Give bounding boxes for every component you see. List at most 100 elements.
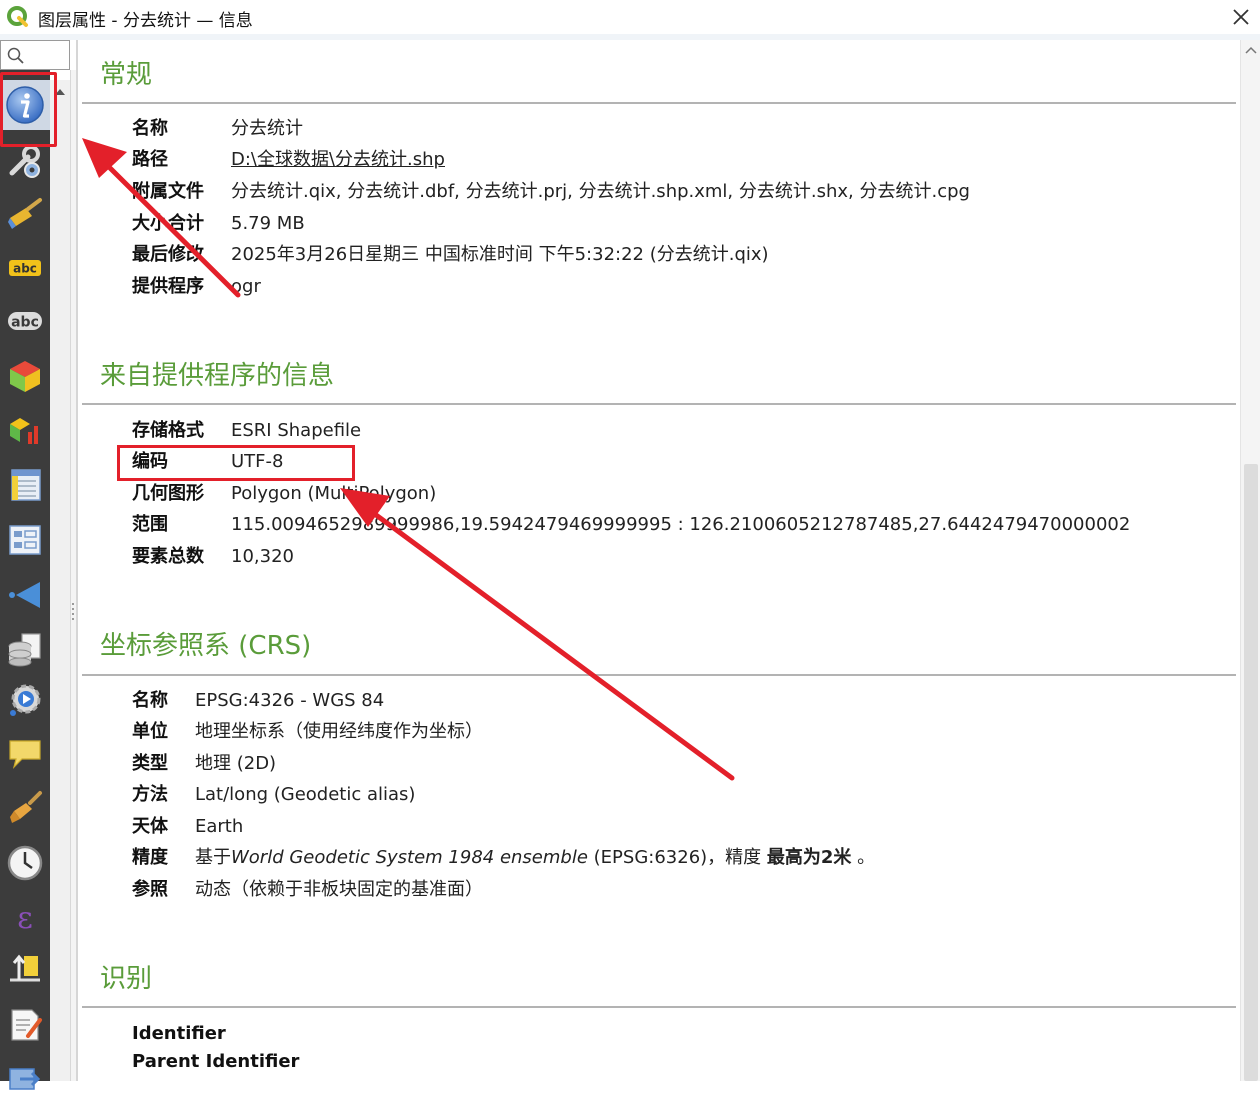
- svg-text:ε: ε: [17, 901, 33, 936]
- fields-icon: [11, 469, 41, 501]
- sidebar-item-metadata[interactable]: [0, 1000, 50, 1050]
- row-value: Lat/long (Geodetic alias): [195, 784, 416, 805]
- sidebar-scroll-track[interactable]: [50, 80, 70, 1081]
- section-title-provider-info: 来自提供程序的信息: [100, 361, 335, 391]
- row-key: 名称: [132, 690, 168, 711]
- section-title-identification: 识别: [100, 964, 153, 994]
- content-scrollbar[interactable]: [1240, 40, 1260, 1081]
- row-value: ogr: [231, 276, 261, 297]
- sidebar-item-fields[interactable]: [0, 460, 50, 510]
- sidebar-item-masks[interactable]: abc: [0, 296, 50, 346]
- provider-row-storage: 存储格式 ESRI Shapefile: [132, 418, 361, 444]
- section-divider: [82, 102, 1236, 104]
- joins-icon: [9, 582, 40, 608]
- dependencies-icon: [9, 1068, 41, 1090]
- crs-row-units: 单位 地理坐标系（使用经纬度作为坐标）: [132, 719, 483, 745]
- 3d-view-cube-icon: [10, 361, 40, 392]
- temporal-clock-icon: [7, 845, 43, 881]
- search-input[interactable]: [0, 40, 70, 70]
- identification-row-identifier: Identifier: [132, 1021, 226, 1047]
- attributes-form-icon: [9, 525, 41, 555]
- row-value: ESRI Shapefile: [231, 420, 362, 441]
- identification-row-parent-identifier: Parent Identifier: [132, 1049, 299, 1075]
- row-key: 精度: [132, 847, 168, 868]
- sidebar-item-variables[interactable]: ε: [0, 893, 50, 943]
- splitter-handle[interactable]: [71, 600, 75, 624]
- row-key: 类型: [132, 753, 168, 774]
- sidebar-item-labels[interactable]: abc: [0, 243, 50, 293]
- chevron-up-icon: [1245, 46, 1257, 54]
- row-key: 大小合计: [132, 213, 204, 234]
- sidebar-item-symbology[interactable]: [0, 190, 50, 240]
- row-key: 几何图形: [132, 483, 204, 504]
- row-key: Identifier: [132, 1023, 226, 1044]
- scrollbar-thumb[interactable]: [1244, 464, 1258, 1081]
- metadata-icon: [11, 1009, 42, 1041]
- row-value: EPSG:4326 - WGS 84: [195, 690, 385, 711]
- sidebar-item-attributes-form[interactable]: [0, 515, 50, 565]
- close-button[interactable]: [1226, 2, 1256, 32]
- sidebar-item-actions[interactable]: [0, 675, 50, 725]
- masks-abc-icon: abc: [8, 312, 42, 331]
- sidebar-item-rendering[interactable]: [0, 783, 50, 833]
- search-icon: [7, 47, 24, 64]
- row-value: 分去统计.qix, 分去统计.dbf, 分去统计.prj, 分去统计.shp.x…: [231, 181, 970, 202]
- elevation-icon: [10, 954, 40, 982]
- section-title-crs: 坐标参照系 (CRS): [100, 631, 312, 661]
- row-value: Earth: [195, 816, 244, 837]
- general-row-last-modified: 最后修改 2025年3月26日星期三 中国标准时间 下午5:32:22 (分去统计…: [132, 242, 769, 268]
- display-tip-icon: [9, 740, 41, 769]
- general-row-path: 路径 D:\全球数据\分去统计.shp: [132, 147, 445, 173]
- row-key: 参照: [132, 879, 168, 900]
- accuracy-middle: (EPSG:6326)，精度: [587, 847, 767, 868]
- sidebar-item-joins[interactable]: [0, 570, 50, 620]
- section-divider: [82, 1006, 1236, 1008]
- path-link[interactable]: D:\全球数据\分去统计.shp: [231, 147, 445, 173]
- row-value: 5.79 MB: [231, 213, 305, 234]
- sidebar-item-temporal[interactable]: [0, 838, 50, 888]
- general-row-auxiliary-files: 附属文件 分去统计.qix, 分去统计.dbf, 分去统计.prj, 分去统计.s…: [132, 179, 970, 205]
- crs-row-reference: 参照 动态（依赖于非板块固定的基准面）: [132, 877, 483, 903]
- general-row-name: 名称 分去统计: [132, 116, 303, 142]
- sidebar-item-elevation[interactable]: [0, 944, 50, 994]
- sidebar-item-dependencies[interactable]: [0, 1055, 50, 1105]
- row-key: 名称: [132, 118, 168, 139]
- provider-row-extent: 范围 115.0094652989999986,19.59424794699999…: [132, 512, 1130, 538]
- crs-row-type: 类型 地理 (2D): [132, 751, 276, 777]
- sidebar-item-auxiliary-storage[interactable]: [0, 624, 50, 674]
- row-key: 路径: [132, 149, 168, 170]
- title-bar: 图层属性 - 分去统计 — 信息: [0, 0, 1260, 34]
- row-value: 10,320: [231, 546, 294, 567]
- row-value: 2025年3月26日星期三 中国标准时间 下午5:32:22 (分去统计.qix…: [231, 244, 769, 265]
- row-value: 115.0094652989999986,19.5942479469999995…: [231, 514, 1131, 535]
- diagrams-icon: [10, 418, 38, 444]
- general-row-provider: 提供程序 ogr: [132, 274, 261, 300]
- information-panel: 常规 名称 分去统计 路径 D:\全球数据\分去统计.shp 附属文件 分去统计.qi…: [82, 40, 1238, 1081]
- sidebar-item-display[interactable]: [0, 729, 50, 779]
- accuracy-suffix: 。: [851, 847, 876, 868]
- row-key: 要素总数: [132, 546, 204, 567]
- sidebar-item-3d-view[interactable]: [0, 351, 50, 401]
- labels-abc-icon: abc: [9, 260, 41, 276]
- row-value: 地理坐标系（使用经纬度作为坐标）: [195, 721, 483, 742]
- qgis-logo-icon: [7, 6, 28, 27]
- crs-row-name: 名称 EPSG:4326 - WGS 84: [132, 688, 384, 714]
- crs-row-accuracy: 精度 基于World Geodetic System 1984 ensemble …: [132, 845, 875, 871]
- svg-text:abc: abc: [13, 262, 37, 276]
- general-row-total-size: 大小合计 5.79 MB: [132, 211, 305, 237]
- sidebar-item-diagrams[interactable]: [0, 406, 50, 456]
- row-key: 天体: [132, 816, 168, 837]
- auxiliary-storage-icon: [8, 633, 41, 667]
- row-value: 分去统计: [231, 118, 303, 139]
- row-key: 范围: [132, 514, 168, 535]
- row-value: 地理 (2D): [195, 753, 277, 774]
- accuracy-datum: World Geodetic System 1984 ensemble: [231, 847, 588, 868]
- row-key: Parent Identifier: [132, 1051, 300, 1072]
- crs-row-method: 方法 Lat/long (Geodetic alias): [132, 782, 415, 808]
- svg-text:abc: abc: [11, 315, 39, 331]
- accuracy-value: 最高为2米: [766, 847, 852, 868]
- row-key: 存储格式: [132, 420, 204, 441]
- crs-row-celestial-body: 天体 Earth: [132, 814, 243, 840]
- row-key: 提供程序: [132, 276, 204, 297]
- window-title: 图层属性 - 分去统计 — 信息: [38, 11, 253, 31]
